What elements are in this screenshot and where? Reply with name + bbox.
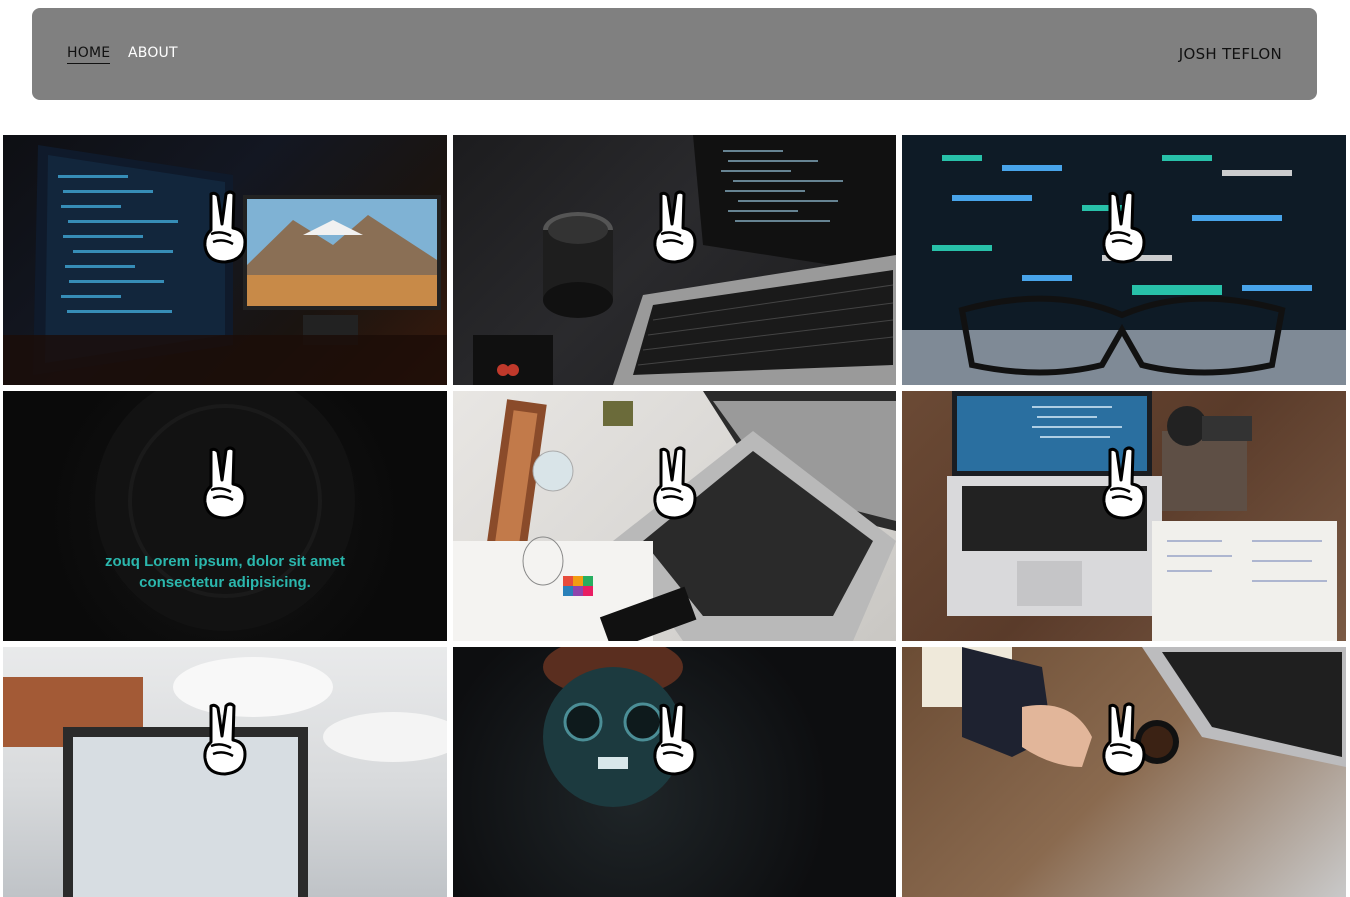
nav-home-link[interactable]: HOME (67, 45, 111, 64)
gallery-tile[interactable] (902, 647, 1346, 897)
peace-hand-icon (652, 190, 696, 264)
gallery-tile[interactable] (3, 135, 447, 385)
peace-hand-icon (1102, 702, 1146, 776)
tile-caption: zouq Lorem ipsum, dolor sit amet consect… (104, 553, 346, 591)
peace-hand-icon (203, 190, 247, 264)
peace-hand-icon (203, 702, 247, 776)
peace-hand-icon (203, 446, 247, 520)
nav-about-link[interactable]: ABOUT (128, 45, 178, 61)
brand-name: JOSH TEFLON (1178, 45, 1282, 63)
gallery-tile[interactable] (3, 647, 447, 897)
peace-hand-icon (652, 702, 696, 776)
peace-hand-icon (652, 446, 696, 520)
gallery-grid: zouq Lorem ipsum, dolor sit amet consect… (3, 135, 1347, 897)
gallery-tile[interactable] (453, 391, 896, 641)
peace-hand-icon (1102, 446, 1146, 520)
peace-hand-icon (1102, 190, 1146, 264)
gallery-tile[interactable] (453, 135, 896, 385)
top-navbar: HOME ABOUT JOSH TEFLON (32, 8, 1317, 100)
gallery-tile[interactable] (902, 135, 1346, 385)
gallery-tile[interactable]: zouq Lorem ipsum, dolor sit amet consect… (3, 391, 447, 641)
gallery-tile[interactable] (453, 647, 896, 897)
gallery-tile[interactable] (902, 391, 1346, 641)
